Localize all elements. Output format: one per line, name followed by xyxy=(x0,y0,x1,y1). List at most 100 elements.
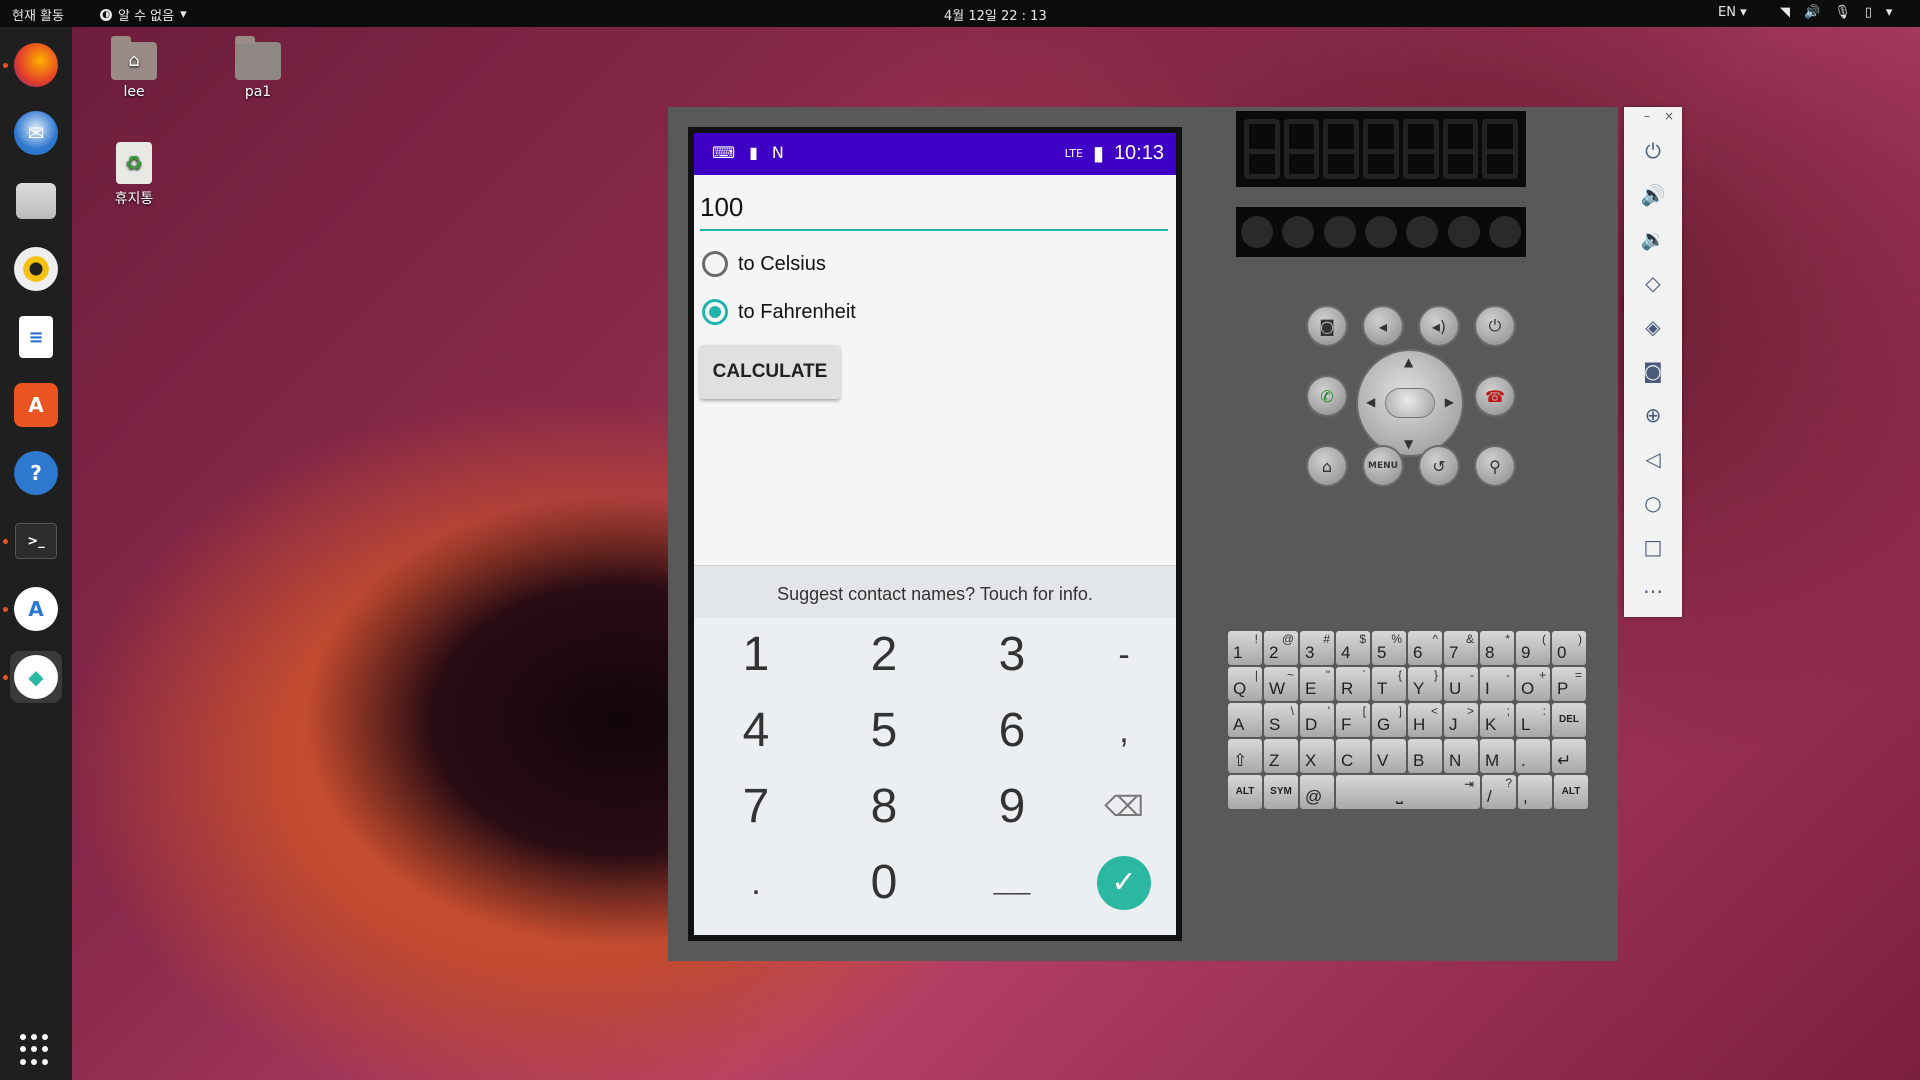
key-del[interactable]: DEL xyxy=(1552,703,1586,737)
hw-volume-up-button[interactable]: ◂) xyxy=(1420,307,1458,345)
toolbar-back-button[interactable]: ◁ xyxy=(1624,437,1682,481)
qwerty-key[interactable]: A xyxy=(1228,703,1262,737)
key-sym[interactable]: SYM xyxy=(1264,775,1298,809)
key-space[interactable]: ⎵ ⇥ xyxy=(1336,775,1480,809)
key-minus[interactable]: - xyxy=(1074,617,1174,693)
qwerty-key[interactable]: P = xyxy=(1552,667,1586,701)
minimize-icon[interactable]: – xyxy=(1644,109,1650,123)
key-period[interactable]: . xyxy=(706,845,806,921)
qwerty-key[interactable]: T{ xyxy=(1372,667,1406,701)
toolbar-rotate-left-button[interactable]: ◇ xyxy=(1624,261,1682,305)
key-2[interactable]: 2 xyxy=(834,617,934,693)
qwerty-key[interactable]: 4 $ xyxy=(1336,631,1370,665)
dpad-left-icon[interactable]: ◀ xyxy=(1366,395,1375,409)
phone-screen[interactable]: ⌨ ▮ N LTE ▮ 10:13 100 to Celsius to Fahr… xyxy=(694,133,1176,935)
system-tray[interactable]: ◥ 🔊 🎙 ▯ ▾ xyxy=(1780,5,1892,20)
qwerty-key[interactable]: O + xyxy=(1516,667,1550,701)
notification-status[interactable]: ◐ 알 수 없음 ▾ xyxy=(100,5,187,24)
key-alt-left[interactable]: ALT xyxy=(1228,775,1262,809)
dock-rhythmbox[interactable] xyxy=(10,243,62,295)
qwerty-key[interactable]: Z xyxy=(1264,739,1298,773)
dock-android-studio[interactable]: A xyxy=(3,583,62,635)
activities-button[interactable]: 현재 활동 xyxy=(12,5,64,24)
clock[interactable]: 4월 12일 22 : 13 xyxy=(944,5,1047,24)
qwerty-key[interactable]: Y} xyxy=(1408,667,1442,701)
key-space[interactable]: ___ xyxy=(962,845,1062,921)
dock-emulator[interactable]: ◆ xyxy=(3,651,62,703)
key-8[interactable]: 8 xyxy=(834,769,934,845)
dock-writer[interactable]: ≡ xyxy=(10,311,62,363)
key-6[interactable]: 6 xyxy=(962,693,1062,769)
key-at[interactable]: @ xyxy=(1300,775,1334,809)
qwerty-key[interactable]: U- xyxy=(1444,667,1478,701)
close-icon[interactable]: × xyxy=(1664,109,1674,123)
toolbar-screenshot-button[interactable]: ◙ xyxy=(1624,349,1682,393)
qwerty-key[interactable]: I- xyxy=(1480,667,1514,701)
key-alt-right[interactable]: ALT xyxy=(1554,775,1588,809)
radio-celsius[interactable]: to Celsius xyxy=(702,251,826,277)
qwerty-key[interactable]: K; xyxy=(1480,703,1514,737)
desktop-icon-trash[interactable]: ♻ 휴지통 xyxy=(89,142,179,208)
key-0[interactable]: 0 xyxy=(834,845,934,921)
qwerty-key[interactable]: S \ xyxy=(1264,703,1298,737)
dpad-down-icon[interactable]: ▼ xyxy=(1404,437,1413,451)
toolbar-rotate-right-button[interactable]: ◈ xyxy=(1624,305,1682,349)
dock-help[interactable]: ? xyxy=(10,447,62,499)
dock-software[interactable]: A xyxy=(10,379,62,431)
desktop-icon-pa1[interactable]: pa1 xyxy=(213,36,303,100)
toolbar-volume-down-button[interactable]: 🔉 xyxy=(1624,217,1682,261)
hw-dpad[interactable]: ▲ ▼ ◀ ▶ xyxy=(1358,351,1462,455)
qwerty-key[interactable]: M xyxy=(1480,739,1514,773)
toolbar-zoom-button[interactable]: ⊕ xyxy=(1624,393,1682,437)
qwerty-key[interactable]: C xyxy=(1336,739,1370,773)
qwerty-key[interactable]: F[ xyxy=(1336,703,1370,737)
qwerty-key[interactable]: W ~ xyxy=(1264,667,1298,701)
desktop-icon-home[interactable]: ⌂ lee xyxy=(89,36,179,100)
key-7[interactable]: 7 xyxy=(706,769,806,845)
key-3[interactable]: 3 xyxy=(962,617,1062,693)
qwerty-key[interactable]: 2 @ xyxy=(1264,631,1298,665)
toolbar-power-button[interactable]: ⏻ xyxy=(1624,129,1682,173)
key-5[interactable]: 5 xyxy=(834,693,934,769)
temperature-input[interactable]: 100 xyxy=(700,185,1168,231)
hw-end-call-button[interactable]: ☎ xyxy=(1476,377,1514,415)
qwerty-key[interactable]: 7 & xyxy=(1444,631,1478,665)
qwerty-key[interactable]: X xyxy=(1300,739,1334,773)
qwerty-key[interactable]: E " xyxy=(1300,667,1334,701)
key-1[interactable]: 1 xyxy=(706,617,806,693)
dpad-right-icon[interactable]: ▶ xyxy=(1445,395,1454,409)
qwerty-key[interactable]: 9( xyxy=(1516,631,1550,665)
contact-suggestion-bar[interactable]: Suggest contact names? Touch for info. xyxy=(694,565,1176,618)
key-9[interactable]: 9 xyxy=(962,769,1062,845)
dock-files[interactable] xyxy=(10,175,62,227)
dock-terminal[interactable]: >_ xyxy=(3,515,62,567)
show-apps-button[interactable] xyxy=(20,1034,52,1066)
qwerty-key[interactable]: 8 * xyxy=(1480,631,1514,665)
qwerty-key[interactable]: . xyxy=(1516,739,1550,773)
qwerty-key[interactable]: D ' xyxy=(1300,703,1334,737)
qwerty-key[interactable]: N xyxy=(1444,739,1478,773)
qwerty-key[interactable]: V xyxy=(1372,739,1406,773)
backspace-key[interactable]: ⌫ xyxy=(1074,769,1174,845)
key-slash[interactable]: /? xyxy=(1482,775,1516,809)
hw-power-button[interactable]: ⏻ xyxy=(1476,307,1514,345)
toolbar-volume-up-button[interactable]: 🔊 xyxy=(1624,173,1682,217)
qwerty-key[interactable]: G] xyxy=(1372,703,1406,737)
qwerty-key[interactable]: 3 # xyxy=(1300,631,1334,665)
qwerty-key[interactable]: 1! xyxy=(1228,631,1262,665)
hw-home-button[interactable]: ⌂ xyxy=(1308,447,1346,485)
key-4[interactable]: 4 xyxy=(706,693,806,769)
hw-camera-button[interactable]: ◙ xyxy=(1308,307,1346,345)
key-enter[interactable]: ↵ xyxy=(1552,739,1586,773)
done-key[interactable]: ✓ xyxy=(1097,856,1151,910)
hw-back-button[interactable]: ↺ xyxy=(1420,447,1458,485)
hw-search-button[interactable]: ⚲ xyxy=(1476,447,1514,485)
qwerty-key[interactable]: R ` xyxy=(1336,667,1370,701)
calculate-button[interactable]: CALCULATE xyxy=(700,345,840,399)
qwerty-key[interactable]: 5% xyxy=(1372,631,1406,665)
toolbar-home-button[interactable]: ○ xyxy=(1624,481,1682,525)
hw-volume-down-button[interactable]: ◂ xyxy=(1364,307,1402,345)
dpad-center-button[interactable] xyxy=(1386,389,1434,417)
key-comma[interactable]: , xyxy=(1074,693,1174,769)
radio-fahrenheit[interactable]: to Fahrenheit xyxy=(702,299,856,325)
